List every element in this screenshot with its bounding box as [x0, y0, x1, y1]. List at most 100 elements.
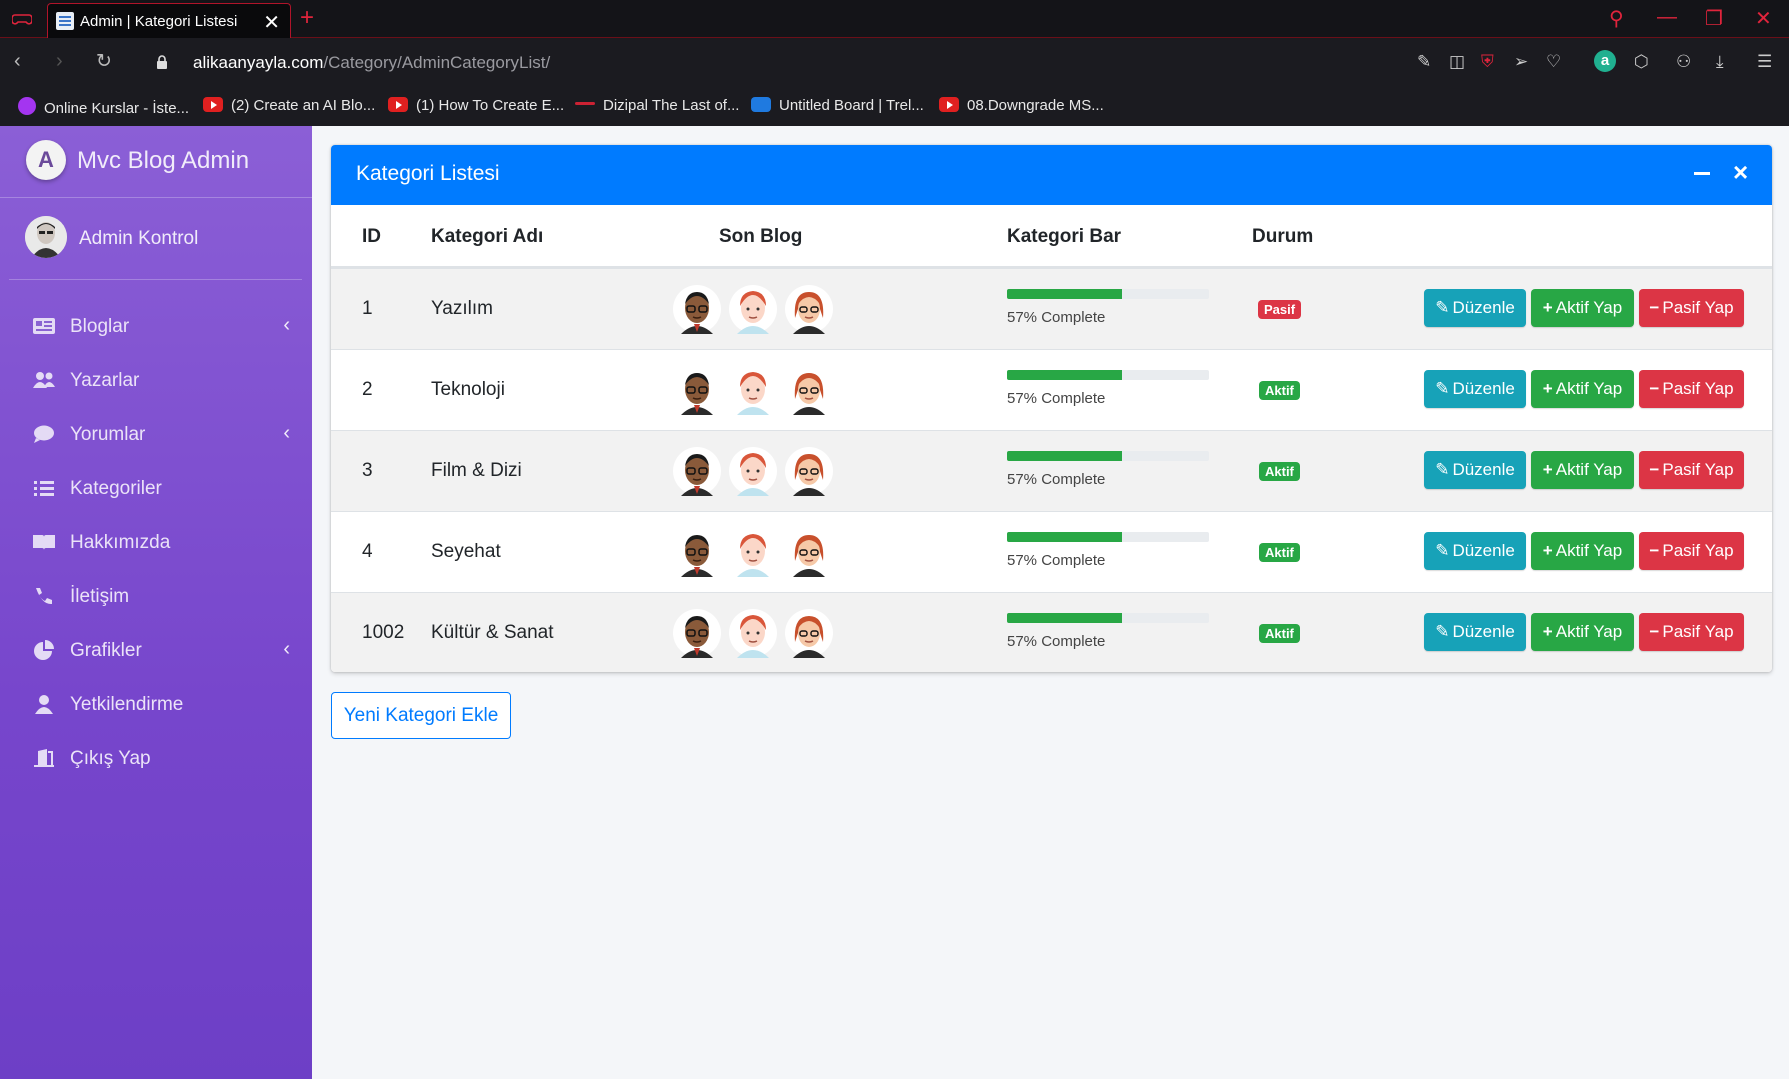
- cube-icon[interactable]: ⬡: [1634, 52, 1649, 72]
- lock-icon[interactable]: [156, 55, 168, 69]
- account-icon[interactable]: ⚇: [1676, 52, 1691, 72]
- row-id: 1002: [362, 622, 405, 643]
- comment-icon: [34, 425, 54, 443]
- edit-button[interactable]: ✎ Düzenle: [1424, 289, 1526, 327]
- column-header-name: Kategori Adı: [431, 226, 544, 247]
- column-header-status: Durum: [1252, 226, 1314, 247]
- forward-icon[interactable]: ›: [56, 50, 63, 73]
- bookmark-item[interactable]: Untitled Board | Trel...: [751, 97, 924, 114]
- deactivate-button[interactable]: − Pasif Yap: [1639, 613, 1744, 651]
- browser-tab-active[interactable]: Admin | Kategori Listesi ✕: [47, 3, 291, 38]
- progress-fill: [1007, 613, 1123, 623]
- sidebar-item-cikis-yap[interactable]: Çıkış Yap: [30, 738, 290, 778]
- edit-icon[interactable]: ✎: [1417, 52, 1431, 72]
- bookmark-label: Untitled Board | Trel...: [779, 97, 924, 114]
- category-progress-bar: [1007, 289, 1209, 299]
- brand-link[interactable]: A Mvc Blog Admin: [0, 126, 312, 198]
- search-icon[interactable]: ⚲: [1609, 6, 1624, 31]
- row-id: 4: [362, 541, 373, 562]
- deactivate-button[interactable]: − Pasif Yap: [1639, 451, 1744, 489]
- plus-icon: +: [1542, 541, 1553, 560]
- column-header-id: ID: [362, 226, 381, 247]
- sidebar-item-yetkilendirme[interactable]: Yetkilendirme: [30, 684, 290, 724]
- sidebar-item-kategoriler[interactable]: Kategoriler: [30, 468, 290, 508]
- new-tab-icon[interactable]: +: [300, 4, 314, 32]
- row-id: 3: [362, 460, 373, 481]
- minus-icon: −: [1649, 541, 1660, 560]
- sidebar-item-iletisim[interactable]: İletişim: [30, 576, 290, 616]
- edit-button-label: Düzenle: [1452, 541, 1515, 560]
- edit-button[interactable]: ✎ Düzenle: [1424, 532, 1526, 570]
- bookmark-item[interactable]: (1) How To Create E...: [388, 97, 564, 114]
- url-field[interactable]: alikaanyayla.com/Category/AdminCategoryL…: [193, 53, 550, 73]
- deactivate-button-label: Pasif Yap: [1662, 460, 1734, 479]
- back-icon[interactable]: ‹: [14, 50, 21, 73]
- bookmark-label: Online Kurslar - İste...: [44, 100, 190, 117]
- send-icon[interactable]: ➢: [1514, 52, 1528, 72]
- chevron-left-icon: ‹: [283, 422, 290, 444]
- deactivate-button-label: Pasif Yap: [1662, 622, 1734, 641]
- progress-fill: [1007, 289, 1123, 299]
- page-favicon-icon: [56, 12, 74, 30]
- sidebar-item-label: Kategoriler: [70, 478, 162, 499]
- extension-a-icon[interactable]: a: [1594, 50, 1616, 72]
- author-avatar-dark: [673, 365, 721, 415]
- author-avatar-glasses: [785, 527, 833, 577]
- reload-icon[interactable]: ↻: [96, 50, 112, 73]
- sidebar-item-hakkimizda[interactable]: Hakkımızda: [30, 522, 290, 562]
- bookmark-item[interactable]: 08.Downgrade MS...: [939, 97, 1104, 114]
- deactivate-button[interactable]: − Pasif Yap: [1639, 289, 1744, 327]
- sidebar-item-label: Çıkış Yap: [70, 748, 151, 769]
- sidebar-item-yazarlar[interactable]: Yazarlar: [30, 360, 290, 400]
- activate-button[interactable]: + Aktif Yap: [1531, 613, 1634, 651]
- minus-icon: −: [1649, 379, 1660, 398]
- collapse-icon[interactable]: [1694, 172, 1710, 175]
- row-category-name: Yazılım: [431, 298, 493, 319]
- activate-button[interactable]: + Aktif Yap: [1531, 370, 1634, 408]
- window-close-icon[interactable]: ✕: [1755, 6, 1772, 31]
- author-avatar-glasses: [785, 365, 833, 415]
- restore-icon[interactable]: ❐: [1705, 6, 1723, 31]
- url-path: /Category/AdminCategoryList/: [323, 53, 551, 72]
- row-category-name: Kültür & Sanat: [431, 622, 554, 643]
- sidebar-item-bloglar[interactable]: Bloglar ‹: [30, 306, 290, 346]
- phone-icon: [36, 588, 52, 605]
- progress-text: 57% Complete: [1007, 390, 1106, 407]
- bookmark-item[interactable]: (2) Create an AI Blo...: [203, 97, 375, 114]
- activate-button[interactable]: + Aktif Yap: [1531, 289, 1634, 327]
- pencil-icon: ✎: [1435, 541, 1450, 560]
- user-panel[interactable]: Admin Kontrol: [9, 198, 302, 280]
- bookmark-item[interactable]: Dizipal The Last of...: [575, 97, 739, 114]
- settings-sliders-icon[interactable]: ☰: [1757, 52, 1772, 72]
- udemy-icon: [18, 97, 36, 115]
- edit-button[interactable]: ✎ Düzenle: [1424, 451, 1526, 489]
- status-badge: Aktif: [1259, 462, 1300, 481]
- new-category-button[interactable]: Yeni Kategori Ekle: [331, 692, 511, 739]
- shield-icon[interactable]: ⛨: [1481, 52, 1494, 72]
- author-avatar-light: [729, 446, 777, 496]
- sidebar-item-yorumlar[interactable]: Yorumlar ‹: [30, 414, 290, 454]
- deactivate-button[interactable]: − Pasif Yap: [1639, 532, 1744, 570]
- sidebar-item-grafikler[interactable]: Grafikler ‹: [30, 630, 290, 670]
- minimize-icon[interactable]: —: [1657, 6, 1677, 29]
- close-icon[interactable]: ×: [1733, 157, 1748, 188]
- row-id: 2: [362, 379, 373, 400]
- minus-icon: −: [1649, 298, 1660, 317]
- row-category-name: Teknoloji: [431, 379, 505, 400]
- edit-button[interactable]: ✎ Düzenle: [1424, 370, 1526, 408]
- download-icon[interactable]: ⤓: [1716, 52, 1724, 72]
- deactivate-button[interactable]: − Pasif Yap: [1639, 370, 1744, 408]
- edit-button[interactable]: ✎ Düzenle: [1424, 613, 1526, 651]
- gamepad-icon[interactable]: [12, 10, 32, 28]
- row-id: 1: [362, 298, 373, 319]
- table-row: 4 Seyehat 57% Complete Aktif ✎ Düzenle + Aktif…: [331, 511, 1772, 592]
- activate-button[interactable]: + Aktif Yap: [1531, 532, 1634, 570]
- bookmark-item[interactable]: Online Kurslar - İste...: [18, 97, 189, 117]
- activate-button[interactable]: + Aktif Yap: [1531, 451, 1634, 489]
- camera-icon[interactable]: ◫: [1449, 52, 1465, 72]
- card-header: Kategori Listesi ×: [331, 145, 1772, 205]
- category-progress-bar: [1007, 451, 1209, 461]
- heart-icon[interactable]: ♡: [1546, 52, 1561, 72]
- tab-close-icon[interactable]: ✕: [263, 10, 280, 35]
- row-category-name: Film & Dizi: [431, 460, 522, 481]
